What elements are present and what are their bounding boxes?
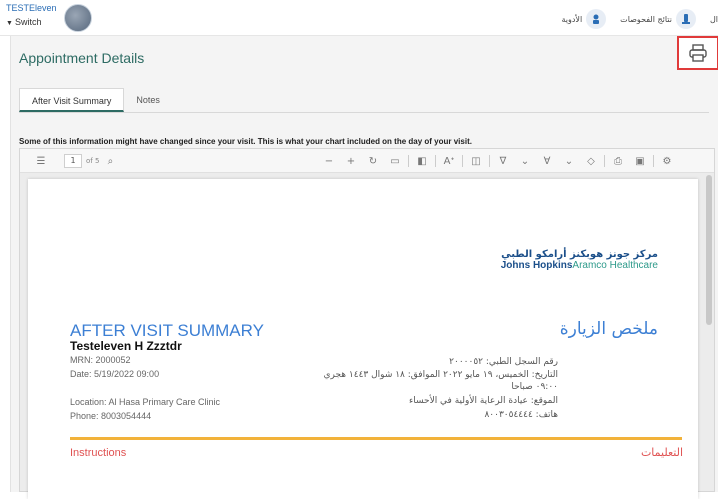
viewer-scrollbar[interactable] bbox=[705, 175, 713, 491]
logo-arabic: مركز جونز هوبكنز أرامكو الطبي bbox=[501, 249, 658, 260]
page-total: of 5 bbox=[86, 157, 100, 165]
nav-test-results-label: نتائج الفحوصات bbox=[620, 14, 672, 24]
rotate-icon[interactable]: ↻ bbox=[362, 156, 384, 167]
viewer-toolbar: ☰ 1 of 5 ⌕ − + ↻ ▭ ◧ Aᐩ ◫ ∇ ⌄ ∀ ⌄ ◇ ⎙ ▣ … bbox=[20, 149, 714, 173]
hospital-logo: مركز جونز هوبكنز أرامكو الطبي Johns Hopk… bbox=[501, 249, 658, 271]
switch-label: Switch bbox=[14, 17, 42, 27]
account-switcher[interactable]: TESTEleven ▼ Switch bbox=[6, 3, 58, 33]
switch-button[interactable]: ▼ Switch bbox=[6, 17, 41, 27]
chart-info-notice: Some of this information might have chan… bbox=[19, 137, 472, 146]
tab-after-visit-summary[interactable]: After Visit Summary bbox=[19, 88, 125, 112]
toolbar-separator bbox=[408, 155, 409, 167]
scrollbar-thumb[interactable] bbox=[706, 175, 712, 325]
highlight-dropdown-icon[interactable]: ⌄ bbox=[514, 156, 536, 167]
eraser-icon[interactable]: ◇ bbox=[580, 156, 602, 167]
page-number-input[interactable]: 1 bbox=[64, 154, 82, 168]
document-page: مركز جونز هوبكنز أرامكو الطبي Johns Hopk… bbox=[28, 179, 698, 499]
summary-title-en: AFTER VISIT SUMMARY bbox=[70, 321, 264, 340]
sidebar-toggle-icon[interactable]: ☰ bbox=[30, 156, 52, 167]
toolbar-separator bbox=[653, 155, 654, 167]
save-icon[interactable]: ▣ bbox=[629, 156, 651, 167]
read-aloud-icon[interactable]: Aᐩ bbox=[438, 156, 460, 167]
visit-time-ar: ٠٩:٠٠ صباحا bbox=[511, 382, 558, 392]
summary-title-ar: ملخص الزيارة bbox=[559, 319, 658, 339]
visit-date-ar: التاريخ: الخميس، ١٩ مايو ٢٠٢٢ الموافق: ١… bbox=[323, 370, 558, 380]
nav-more-label: ال bbox=[709, 14, 718, 24]
toolbar-separator bbox=[435, 155, 436, 167]
pdf-viewer[interactable]: ☰ 1 of 5 ⌕ − + ↻ ▭ ◧ Aᐩ ◫ ∇ ⌄ ∀ ⌄ ◇ ⎙ ▣ … bbox=[19, 148, 715, 499]
nav-test-results[interactable]: نتائج الفحوصات bbox=[616, 9, 696, 29]
clinic-phone-ar: هاتف: ٨٠٠٣٠٥٤٤٤٤ bbox=[484, 410, 558, 420]
tab-notes[interactable]: Notes bbox=[124, 88, 172, 112]
medication-icon bbox=[586, 9, 607, 29]
highlight-icon[interactable]: ∇ bbox=[492, 156, 514, 167]
visit-date: Date: 5/19/2022 09:00 bbox=[70, 369, 160, 379]
instructions-heading-en: Instructions bbox=[70, 447, 127, 459]
toolbar-separator bbox=[604, 155, 605, 167]
top-bar: TESTEleven ▼ Switch الأدوية نتائج الفحوصا… bbox=[0, 0, 718, 36]
instructions-heading-ar: التعليمات bbox=[640, 446, 683, 459]
logo-johns-hopkins: Johns Hopkins bbox=[500, 260, 573, 271]
tab-divider bbox=[19, 112, 709, 113]
toolbar-separator bbox=[489, 155, 490, 167]
page-title: Appointment Details bbox=[19, 50, 145, 66]
appointment-details-page: Appointment Details After Visit Summary … bbox=[10, 36, 718, 499]
logo-english: Johns HopkinsAramco Healthcare bbox=[501, 260, 658, 271]
nav-medications[interactable]: الأدوية bbox=[557, 9, 607, 29]
two-page-icon[interactable]: ◧ bbox=[411, 156, 433, 167]
printer-icon bbox=[689, 44, 707, 62]
mrn-ar: رقم السجل الطبي: ٢٠٠٠٠٥٢ bbox=[449, 357, 558, 367]
nav-medications-label: الأدوية bbox=[561, 14, 583, 24]
print-icon[interactable]: ⎙ bbox=[607, 156, 629, 167]
tab-bar: After Visit Summary Notes bbox=[19, 88, 172, 112]
section-divider bbox=[70, 437, 682, 440]
clinic-phone: Phone: 8003054444 bbox=[70, 411, 152, 421]
patient-name: Testeleven H Zzztdr bbox=[70, 339, 182, 353]
user-name: TESTEleven bbox=[6, 3, 57, 13]
caret-down-icon: ▼ bbox=[6, 20, 13, 27]
logo-aramco-healthcare: Aramco Healthcare bbox=[572, 260, 658, 271]
fit-page-icon[interactable]: ▭ bbox=[384, 156, 406, 167]
zoom-out-icon[interactable]: − bbox=[318, 156, 340, 167]
settings-gear-icon[interactable]: ⚙ bbox=[656, 156, 678, 167]
visit-location: Location: Al Hasa Primary Care Clinic bbox=[70, 397, 221, 407]
visit-location-ar: الموقع: عيادة الرعاية الأولية في الأحساء bbox=[409, 396, 558, 406]
top-nav: الأدوية نتائج الفحوصات ال bbox=[547, 8, 718, 30]
immersive-reader-icon[interactable]: ◫ bbox=[465, 156, 487, 167]
print-button[interactable] bbox=[677, 36, 718, 70]
draw-icon[interactable]: ∀ bbox=[536, 156, 558, 167]
mrn: MRN: 2000052 bbox=[70, 355, 131, 365]
search-icon[interactable]: ⌕ bbox=[99, 156, 121, 167]
nav-more[interactable]: ال bbox=[706, 15, 718, 24]
toolbar-separator bbox=[462, 155, 463, 167]
zoom-in-icon[interactable]: + bbox=[340, 156, 362, 167]
avatar[interactable] bbox=[64, 4, 92, 32]
test-results-icon bbox=[675, 9, 696, 29]
draw-dropdown-icon[interactable]: ⌄ bbox=[558, 156, 580, 167]
